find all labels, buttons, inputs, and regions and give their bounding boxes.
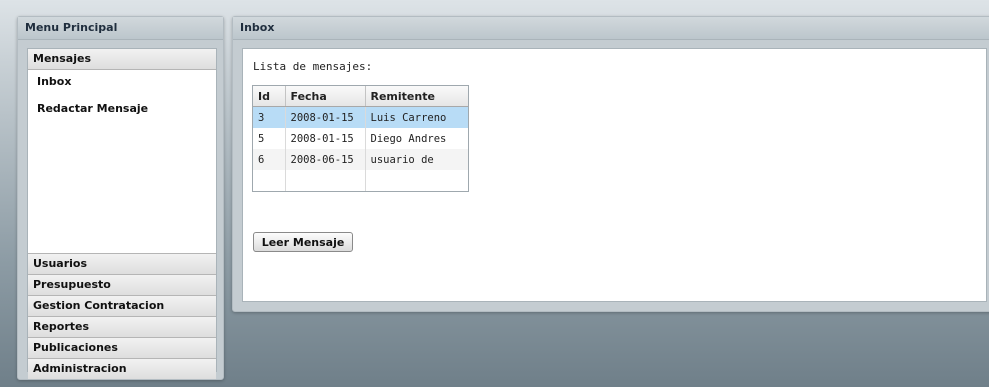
accordion-presupuesto[interactable]: Presupuesto [28, 275, 216, 296]
cell-id: 5 [253, 128, 286, 149]
main-menu-panel: Menu Principal Mensajes Inbox Redactar M… [17, 16, 224, 380]
messages-grid: Id Fecha Remitente 3 2008-01-15 Luis Car… [252, 85, 469, 192]
mensajes-links: Inbox Redactar Mensaje [28, 70, 216, 254]
accordion-publicaciones[interactable]: Publicaciones [28, 338, 216, 359]
cell-id: 6 [253, 149, 286, 170]
table-row[interactable] [253, 170, 468, 191]
messages-caption: Lista de mensajes: [253, 60, 373, 73]
leer-mensaje-button[interactable]: Leer Mensaje [253, 232, 353, 252]
cell-fecha [285, 170, 366, 191]
accordion-reportes[interactable]: Reportes [28, 317, 216, 338]
column-header-id[interactable]: Id [253, 86, 286, 107]
accordion-mensajes[interactable]: Mensajes [28, 49, 216, 70]
grid-header-row: Id Fecha Remitente [253, 86, 468, 107]
accordion-administracion[interactable]: Administracion [28, 359, 216, 379]
menu-accordion: Mensajes Inbox Redactar Mensaje Usuarios… [27, 48, 217, 379]
table-row[interactable]: 5 2008-01-15 Diego Andres [253, 128, 468, 149]
accordion-gestion-contratacion[interactable]: Gestion Contratacion [28, 296, 216, 317]
column-header-remitente[interactable]: Remitente [365, 86, 468, 107]
cell-remitente: Diego Andres [370, 132, 447, 145]
column-header-fecha[interactable]: Fecha [285, 86, 366, 107]
menu-title: Menu Principal [18, 17, 223, 40]
cell-remitente: Luis Carreno [365, 106, 468, 128]
cell-fecha: 2008-01-15 [285, 128, 366, 149]
cell-remitente: usuario de [365, 149, 468, 170]
table-row[interactable]: 3 2008-01-15 Luis Carreno [253, 106, 468, 128]
inbox-content: Lista de mensajes: Id Fecha Remitente 3 … [242, 48, 987, 302]
cell-id: 3 [253, 106, 286, 128]
inbox-panel: Inbox Lista de mensajes: Id Fecha Remite… [232, 16, 989, 312]
cell-id [253, 170, 286, 191]
inbox-link[interactable]: Inbox [28, 73, 216, 100]
redactar-mensaje-link[interactable]: Redactar Mensaje [28, 100, 216, 127]
cell-fecha: 2008-06-15 [285, 149, 366, 170]
table-row[interactable]: 6 2008-06-15 usuario de [253, 149, 468, 170]
cell-fecha: 2008-01-15 [285, 106, 366, 128]
inbox-title: Inbox [233, 17, 989, 40]
accordion-usuarios[interactable]: Usuarios [28, 254, 216, 275]
cell-remitente [365, 170, 468, 191]
